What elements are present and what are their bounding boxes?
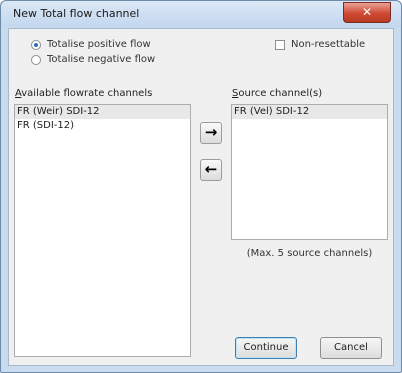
source-label-rest: ource channel(s) [238,88,323,99]
max-source-note: (Max. 5 source channels) [246,248,373,259]
continue-button[interactable]: Continue [235,337,297,359]
close-button[interactable]: ✕ [343,2,391,23]
radio-totalise-negative[interactable]: Totalise negative flow [31,54,155,65]
title-bar[interactable]: New Total flow channel ✕ [1,1,401,27]
dialog-window: New Total flow channel ✕ Totalise positi… [0,0,402,373]
source-channels-list[interactable]: FR (Vel) SDI-12 [231,104,388,240]
radio-positive-indicator[interactable] [31,39,41,50]
checkbox-non-resettable[interactable]: Non-resettable [275,39,365,50]
non-resettable-checkbox[interactable] [275,39,285,50]
radio-negative-indicator[interactable] [31,54,41,65]
arrow-left-icon: ← [204,160,218,178]
list-item[interactable]: FR (Vel) SDI-12 [232,105,387,119]
dialog-body: Totalise positive flow Totalise negative… [8,28,394,366]
list-item[interactable]: FR (Weir) SDI-12 [15,105,190,119]
add-channel-button[interactable]: → [200,122,222,144]
available-channels-label: Available flowrate channels [15,88,152,99]
list-item[interactable]: FR (SDI-12) [15,119,190,133]
radio-positive-label: Totalise positive flow [47,39,151,50]
arrow-right-icon: → [204,123,218,141]
radio-negative-label: Totalise negative flow [47,54,156,65]
cancel-button[interactable]: Cancel [320,337,382,359]
close-icon: ✕ [361,5,373,19]
source-channels-label: Source channel(s) [232,88,322,99]
available-channels-list[interactable]: FR (Weir) SDI-12 FR (SDI-12) [14,104,191,357]
window-title: New Total flow channel [13,7,140,20]
non-resettable-label: Non-resettable [291,39,366,50]
available-label-rest: vailable flowrate channels [21,88,153,99]
radio-totalise-positive[interactable]: Totalise positive flow [31,39,151,50]
remove-channel-button[interactable]: ← [200,159,222,181]
